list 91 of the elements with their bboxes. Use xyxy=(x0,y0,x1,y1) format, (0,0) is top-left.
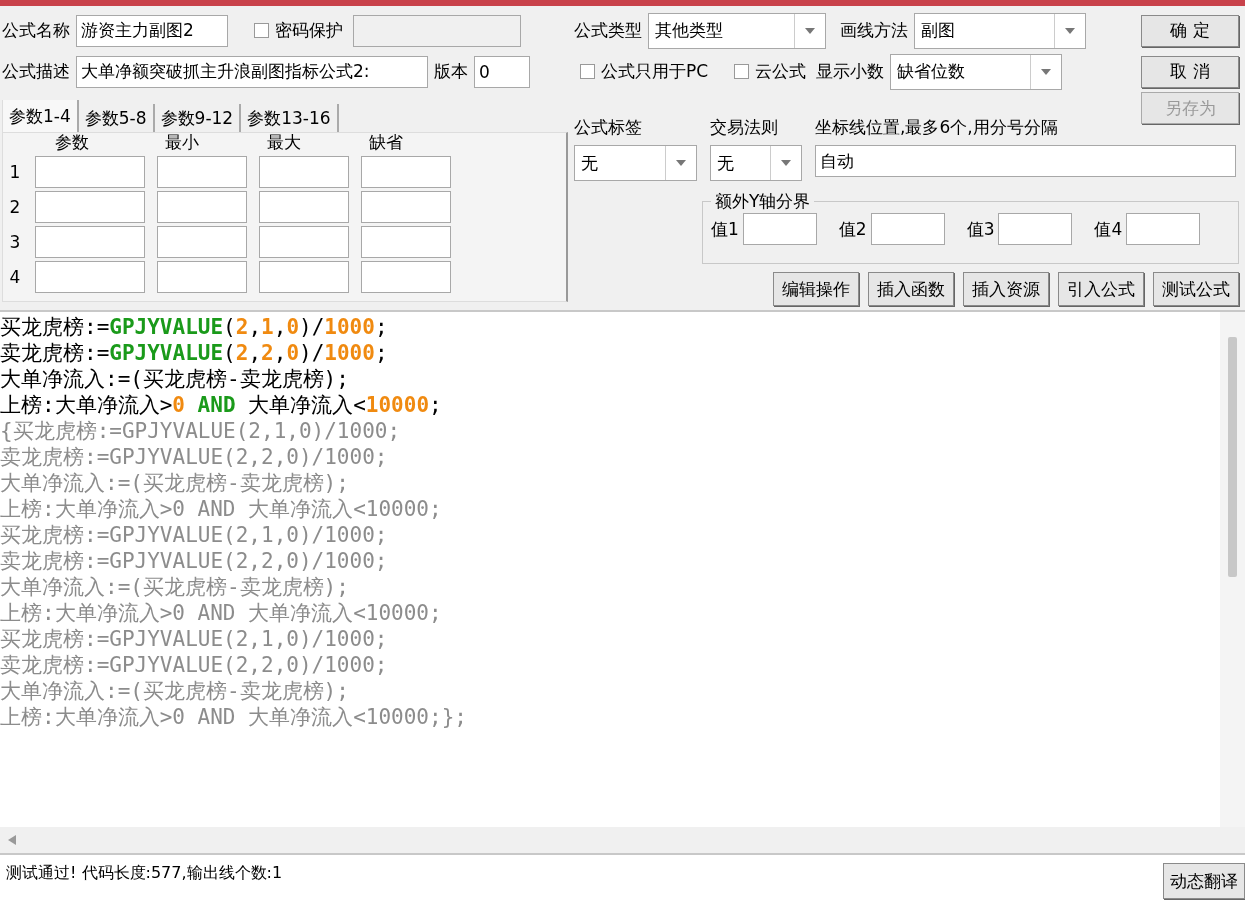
ok-button[interactable]: 确 定 xyxy=(1141,14,1239,47)
code-line: 上榜:大单净流入>0 AND 大单净流入<10000;}; xyxy=(0,704,468,730)
input-field[interactable]: 游资主力副图2 xyxy=(76,14,228,47)
input-field[interactable]: 大单净额突破抓主升浪副图指标公式2: xyxy=(76,55,428,88)
column-header: 缺省 xyxy=(368,133,404,153)
input-field[interactable] xyxy=(157,191,247,223)
caret-icon xyxy=(805,27,815,34)
scrollbar-thumb[interactable] xyxy=(1228,337,1237,577)
field-label: 公式类型 xyxy=(574,19,642,42)
code-line: {买龙虎榜:=GPJYVALUE(2,1,0)/1000; xyxy=(0,418,402,444)
field-label: 公式标签 xyxy=(574,116,643,139)
input-field[interactable] xyxy=(259,226,349,258)
row-number: 4 xyxy=(8,267,22,287)
checkbox-label: 密码保护 xyxy=(275,19,343,42)
translate-button[interactable]: 动态翻译 xyxy=(1163,863,1245,899)
input-field[interactable] xyxy=(157,226,247,258)
row-number: 1 xyxy=(8,162,22,182)
input-field[interactable] xyxy=(361,261,451,293)
field-label: 值3 xyxy=(966,217,995,241)
toolbar-button[interactable]: 插入函数 xyxy=(868,272,954,306)
input-field[interactable] xyxy=(870,213,945,245)
field-label: 画线方法 xyxy=(840,19,908,42)
status-text: 测试通过! 代码长度:577,输出线个数:1 xyxy=(5,863,283,884)
code-line: 上榜:大单净流入>0 AND 大单净流入<10000; xyxy=(0,392,443,418)
field-label: 值4 xyxy=(1094,217,1123,241)
column-header: 最小 xyxy=(164,133,200,153)
field-label: 值1 xyxy=(711,217,739,241)
dropdown[interactable]: 其他类型 xyxy=(648,12,826,49)
code-line: 买龙虎榜:=GPJYVALUE(2,1,0)/1000; xyxy=(0,626,389,652)
field-label: 坐标线位置,最多6个,用分号分隔 xyxy=(815,116,1059,139)
row-number: 3 xyxy=(8,232,22,252)
code-line: 大单净流入:=(买龙虎榜-卖龙虎榜); xyxy=(0,678,350,704)
checkbox-label: 云公式 xyxy=(755,60,807,83)
input-field[interactable] xyxy=(35,191,145,223)
toolbar-button[interactable]: 测试公式 xyxy=(1153,272,1239,306)
input-field[interactable] xyxy=(361,226,451,258)
toolbar-button[interactable]: 插入资源 xyxy=(963,272,1049,306)
code-line: 大单净流入:=(买龙虎榜-卖龙虎榜); xyxy=(0,366,350,392)
tab[interactable]: 参数1-4 xyxy=(2,100,79,132)
input-field[interactable] xyxy=(998,213,1073,245)
toolbar-button[interactable]: 编辑操作 xyxy=(773,272,859,306)
code-line: 卖龙虎榜:=GPJYVALUE(2,2,0)/1000; xyxy=(0,652,389,678)
input-field[interactable] xyxy=(361,191,451,223)
input-field[interactable] xyxy=(157,156,247,188)
dropdown[interactable]: 缺省位数 xyxy=(890,53,1063,90)
input-field[interactable] xyxy=(1126,213,1201,245)
input-field[interactable] xyxy=(742,213,817,245)
code-line: 大单净流入:=(买龙虎榜-卖龙虎榜); xyxy=(0,574,350,600)
field-label: 公式描述 xyxy=(2,60,70,83)
field-label: 显示小数 xyxy=(816,60,885,83)
code-line: 卖龙虎榜:=GPJYVALUE(2,2,0)/1000; xyxy=(0,548,389,574)
code-line: 买龙虎榜:=GPJYVALUE(2,1,0)/1000; xyxy=(0,314,389,340)
checkbox[interactable] xyxy=(254,23,269,38)
dropdown[interactable]: 无 xyxy=(710,145,802,181)
input-field[interactable] xyxy=(35,226,145,258)
dropdown[interactable]: 无 xyxy=(574,145,697,181)
code-line: 卖龙虎榜:=GPJYVALUE(2,2,0)/1000; xyxy=(0,340,389,366)
caret-icon xyxy=(1041,68,1052,75)
code-line: 买龙虎榜:=GPJYVALUE(2,1,0)/1000; xyxy=(0,522,389,548)
dropdown[interactable]: 副图 xyxy=(914,12,1086,49)
code-line: 卖龙虎榜:=GPJYVALUE(2,2,0)/1000; xyxy=(0,444,389,470)
group-title: 额外Y轴分界 xyxy=(714,190,812,213)
code-line: 大单净流入:=(买龙虎榜-卖龙虎榜); xyxy=(0,470,350,496)
vertical-scrollbar[interactable] xyxy=(1220,312,1245,827)
row-number: 2 xyxy=(8,197,22,217)
input-field[interactable] xyxy=(259,261,349,293)
input-field[interactable]: 自动 xyxy=(815,145,1236,177)
caret-icon xyxy=(1065,27,1075,34)
input-field[interactable] xyxy=(35,156,145,188)
field-label: 版本 xyxy=(434,60,468,83)
input-field[interactable] xyxy=(35,261,145,293)
input-field[interactable] xyxy=(157,261,247,293)
toolbar-button[interactable]: 引入公式 xyxy=(1058,272,1144,306)
field-label: 公式名称 xyxy=(2,19,70,42)
cancel-button[interactable]: 取 消 xyxy=(1141,55,1239,88)
checkbox[interactable] xyxy=(580,64,595,79)
column-header: 参数 xyxy=(54,133,90,153)
input-field[interactable] xyxy=(259,156,349,188)
code-line: 上榜:大单净流入>0 AND 大单净流入<10000; xyxy=(0,600,443,626)
checkbox[interactable] xyxy=(734,64,750,79)
input-field[interactable] xyxy=(361,156,451,188)
caret-icon xyxy=(676,160,686,166)
field-label: 值2 xyxy=(838,217,867,241)
input-field[interactable] xyxy=(259,191,349,223)
caret-icon xyxy=(781,160,791,166)
column-header: 最大 xyxy=(266,133,302,153)
checkbox-label: 公式只用于PC xyxy=(601,60,709,83)
scroll-left-icon[interactable] xyxy=(8,835,16,845)
input-field[interactable]: 0 xyxy=(474,55,530,88)
field-label: 交易法则 xyxy=(710,116,779,139)
code-line: 上榜:大单净流入>0 AND 大单净流入<10000; xyxy=(0,496,443,522)
